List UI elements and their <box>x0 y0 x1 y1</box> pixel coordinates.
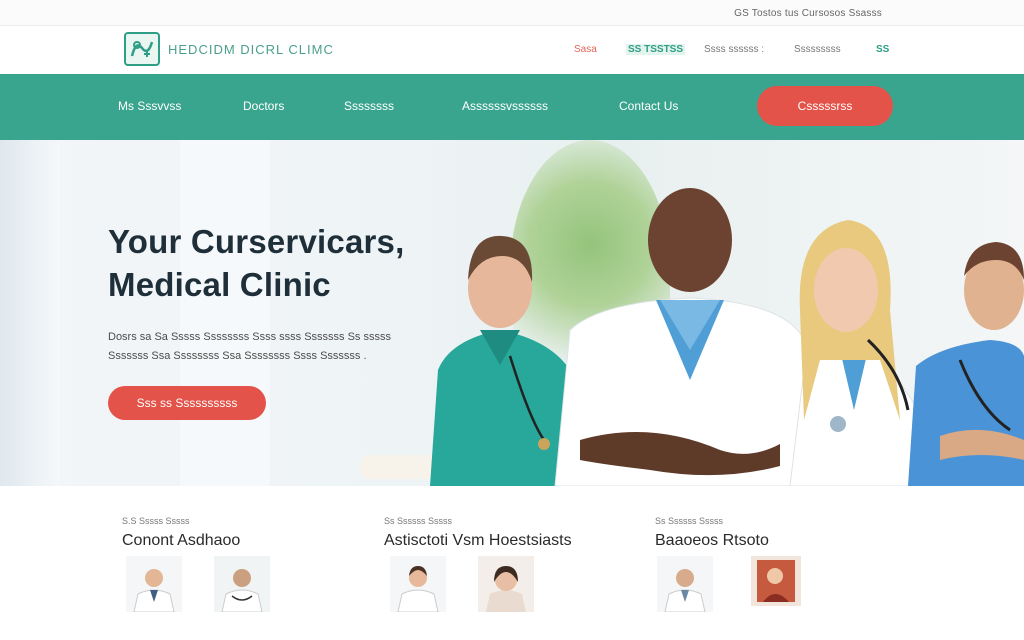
doctor-photo <box>657 556 713 612</box>
hero-title-line-2: Medical Clinic <box>108 266 331 303</box>
service-title[interactable]: Baaoeos Rtsoto <box>655 532 769 550</box>
staff-doctor-center <box>554 188 815 486</box>
service-title[interactable]: Conont Asdhaoo <box>122 532 240 550</box>
service-kicker: Ss Ssssss Sssss <box>655 516 724 526</box>
site-header: HEDCIDM DICRL CLIMC Sasa SS TSSTSS Ssss … <box>0 26 1024 74</box>
service-title[interactable]: Astisctoti Vsm Hoestsiasts <box>384 532 572 550</box>
hero-title-line-1: Your Curservicars, <box>108 223 405 260</box>
nav-item-appointments[interactable]: Assssssvssssss <box>462 99 548 113</box>
hero-cta-button[interactable]: Sss ss Ssssssssss <box>108 386 266 420</box>
nav-item-doctors[interactable]: Doctors <box>243 99 284 113</box>
doctor-photo <box>390 556 446 612</box>
doctor-photo <box>214 556 270 612</box>
service-card[interactable]: Ss Ssssss Sssss Baaoeos Rtsoto <box>655 486 895 640</box>
staff-nurse-left <box>430 235 580 486</box>
doctor-photo <box>751 556 801 606</box>
nav-cta-button[interactable]: Csssssrss <box>757 86 893 126</box>
nav-item-contact[interactable]: Contact Us <box>619 99 678 113</box>
utility-links[interactable]: GS Tostos tus Cursosos Ssasss <box>734 8 882 19</box>
brand-name[interactable]: HEDCIDM DICRL CLIMC <box>168 42 334 57</box>
hero-title: Your Curservicars, Medical Clinic <box>108 220 404 306</box>
service-kicker: Ss Ssssss Sssss <box>384 516 453 526</box>
header-link-4[interactable]: Sssssssss <box>794 44 841 55</box>
hero-banner: Your Curservicars, Medical Clinic Dosrs … <box>0 140 1024 486</box>
header-link-5[interactable]: SS <box>876 44 889 55</box>
doctor-photo <box>126 556 182 612</box>
hero-window-backdrop <box>0 140 60 486</box>
services-section: S.S Sssss Sssss Conont Asdhaoo Ss Ssssss… <box>0 486 1024 640</box>
clinic-logo-icon[interactable] <box>124 32 160 66</box>
header-link-1[interactable]: Sasa <box>574 44 597 55</box>
medical-staff-photo <box>430 188 1024 486</box>
service-card[interactable]: S.S Sssss Sssss Conont Asdhaoo <box>122 486 362 640</box>
header-link-3[interactable]: Ssss ssssss : <box>704 44 764 55</box>
hero-wall-backdrop <box>180 140 270 486</box>
doctor-photo <box>478 556 534 612</box>
hero-subtitle-line-1: Dosrs sa Sa Sssss Ssssssss Ssss ssss Sss… <box>108 331 391 343</box>
service-card[interactable]: Ss Ssssss Sssss Astisctoti Vsm Hoestsias… <box>384 486 624 640</box>
main-navigation: Ms Sssvvss Doctors Ssssssss Assssssvssss… <box>0 74 1024 140</box>
staff-nurse-right <box>908 242 1024 486</box>
header-link-2[interactable]: SS TSSTSS <box>626 44 686 55</box>
top-utility-bar: GS Tostos tus Cursosos Ssasss <box>0 0 1024 26</box>
hero-subtitle-line-2: Sssssss Ssa Ssssssss Ssa Ssssssss Ssss S… <box>108 350 367 362</box>
nav-item-specialties[interactable]: Ssssssss <box>344 99 394 113</box>
hero-subtitle: Dosrs sa Sa Sssss Ssssssss Ssss ssss Sss… <box>108 328 468 366</box>
nav-item-services[interactable]: Ms Sssvvss <box>118 99 181 113</box>
service-kicker: S.S Sssss Sssss <box>122 516 190 526</box>
